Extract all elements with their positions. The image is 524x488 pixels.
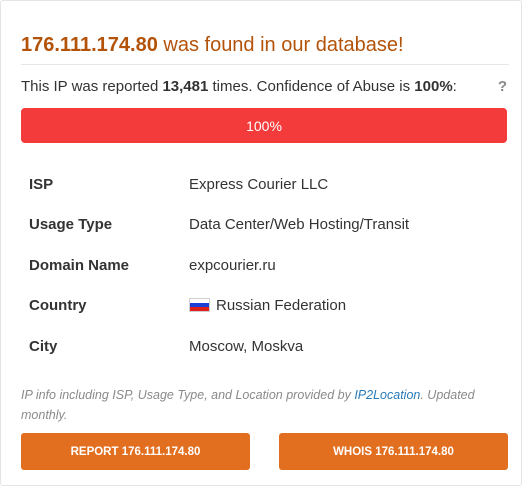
row-key-isp: ISP (29, 175, 54, 193)
row-key-country: Country (29, 297, 87, 315)
report-prefix: This IP was reported (21, 78, 163, 95)
table-row: ISP Express Courier LLC (21, 164, 509, 205)
table-row: Usage Type Data Center/Web Hosting/Trans… (21, 205, 509, 246)
russia-flag-icon (189, 298, 210, 313)
confidence-value: 100% (414, 78, 453, 95)
progress-label: 100% (246, 117, 282, 134)
report-ip-button[interactable]: REPORT 176.111.174.80 (21, 433, 250, 470)
report-middle: times. Confidence of Abuse is (208, 78, 415, 95)
divider (21, 64, 509, 65)
help-icon[interactable]: ? (498, 78, 507, 96)
row-value-domain-name: expcourier.ru (189, 256, 276, 274)
table-row: City Moscow, Moskva (21, 326, 509, 367)
whois-ip-button[interactable]: WHOIS 176.111.174.80 (279, 433, 508, 470)
row-value-usage-type: Data Center/Web Hosting/Transit (189, 216, 410, 234)
ip-result-card: 176.111.174.80 was found in our database… (0, 0, 522, 486)
table-row: Country Russian Federation (21, 286, 509, 327)
row-value-country: Russian Federation (181, 286, 509, 327)
report-count: 13,481 (162, 78, 209, 95)
row-value-isp: Express Courier LLC (189, 175, 329, 193)
row-value-city: Moscow, Moskva (189, 337, 304, 355)
row-key-city: City (29, 337, 58, 355)
progress-fill: 100% (21, 108, 507, 143)
data-source-footnote: IP info including ISP, Usage Type, and L… (21, 385, 501, 425)
found-text: was found in our database! (157, 34, 404, 56)
ip-info-table: ISP Express Courier LLC Usage Type Data … (21, 164, 509, 367)
row-key-domain-name: Domain Name (29, 256, 130, 274)
confidence-progress-bar: 100% (21, 108, 507, 143)
report-suffix: : (452, 78, 457, 95)
country-name: Russian Federation (216, 297, 347, 315)
ip-address: 176.111.174.80 (21, 34, 158, 56)
ip2location-link[interactable]: IP2Location (354, 388, 420, 402)
table-row: Domain Name expcourier.ru (21, 245, 509, 286)
page-title: 176.111.174.80 was found in our database… (21, 33, 404, 57)
report-summary: This IP was reported 13,481 times. Confi… (21, 78, 509, 96)
footnote-text: IP info including ISP, Usage Type, and L… (21, 388, 355, 402)
row-key-usage-type: Usage Type (29, 216, 113, 234)
